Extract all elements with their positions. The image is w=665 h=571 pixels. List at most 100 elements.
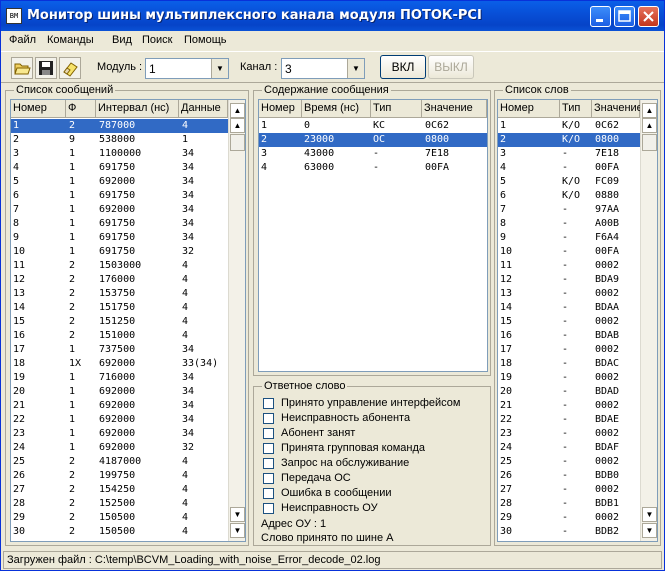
message-row[interactable]: 26 2 199750 4	[11, 469, 228, 483]
message-row[interactable]: 19 1 716000 34	[11, 371, 228, 385]
word-row[interactable]: 3 - 7E18	[498, 147, 640, 161]
content-row[interactable]: 2 23000 ОС 0800	[259, 133, 487, 147]
message-row[interactable]: 23 1 692000 34	[11, 427, 228, 441]
word-row[interactable]: 19 - 0002	[498, 371, 640, 385]
words-scrollbar[interactable]: ▲ ▲ ▼ ▼	[640, 100, 657, 541]
word-row[interactable]: 24 - BDAF	[498, 441, 640, 455]
header-interval[interactable]: Интервал (нс)	[96, 100, 179, 118]
message-row[interactable]: 6 1 691750 34	[11, 189, 228, 203]
checkbox-box[interactable]	[263, 488, 274, 499]
checkbox-box[interactable]	[263, 458, 274, 469]
scroll-down-icon[interactable]: ▼	[642, 507, 657, 522]
message-row[interactable]: 29 2 150500 4	[11, 511, 228, 525]
word-row[interactable]: 30 - BDB2	[498, 525, 640, 539]
message-row[interactable]: 21 1 692000 34	[11, 399, 228, 413]
message-row[interactable]: 8 1 691750 34	[11, 217, 228, 231]
word-row[interactable]: 18 - BDAC	[498, 357, 640, 371]
header-flag[interactable]: Ф	[66, 100, 96, 118]
checkbox-box[interactable]	[263, 503, 274, 514]
header-number[interactable]: Номер	[11, 100, 66, 118]
word-row[interactable]: 25 - 0002	[498, 455, 640, 469]
menu-file[interactable]: Файл	[9, 34, 36, 46]
message-row[interactable]: 30 2 150500 4	[11, 525, 228, 539]
menu-view[interactable]: Вид	[112, 34, 132, 46]
checkbox-box[interactable]	[263, 443, 274, 454]
word-row[interactable]: 10 - 00FA	[498, 245, 640, 259]
header-value[interactable]: Значение	[422, 100, 487, 118]
menu-commands[interactable]: Команды	[47, 34, 94, 46]
word-row[interactable]: 17 - 0002	[498, 343, 640, 357]
off-button[interactable]: ВЫКЛ	[428, 55, 474, 79]
word-row[interactable]: 26 - BDB0	[498, 469, 640, 483]
word-row[interactable]: 23 - 0002	[498, 427, 640, 441]
word-row[interactable]: 16 - BDAB	[498, 329, 640, 343]
word-row[interactable]: 29 - 0002	[498, 511, 640, 525]
word-row[interactable]: 13 - 0002	[498, 287, 640, 301]
word-row[interactable]: 28 - BDB1	[498, 497, 640, 511]
scroll-down-icon[interactable]: ▼	[230, 507, 245, 522]
message-row[interactable]: 5 1 692000 34	[11, 175, 228, 189]
header-number[interactable]: Номер	[259, 100, 302, 118]
scroll-top-icon[interactable]: ▲	[642, 103, 657, 118]
word-row[interactable]: 14 - BDAA	[498, 301, 640, 315]
scroll-thumb[interactable]	[642, 134, 657, 151]
word-row[interactable]: 20 - BDAD	[498, 385, 640, 399]
open-button[interactable]	[11, 57, 33, 79]
scroll-up-icon[interactable]: ▲	[642, 118, 657, 133]
scroll-bottom-icon[interactable]: ▼	[230, 523, 245, 538]
message-row[interactable]: 10 1 691750 32	[11, 245, 228, 259]
word-row[interactable]: 4 - 00FA	[498, 161, 640, 175]
message-row[interactable]: 17 1 737500 34	[11, 343, 228, 357]
message-row[interactable]: 20 1 692000 34	[11, 385, 228, 399]
message-row[interactable]: 7 1 692000 34	[11, 203, 228, 217]
word-row[interactable]: 9 - F6A4	[498, 231, 640, 245]
on-button[interactable]: ВКЛ	[380, 55, 426, 79]
word-row[interactable]: 2 К/О 0800	[498, 133, 640, 147]
message-row[interactable]: 25 2 4187000 4	[11, 455, 228, 469]
menu-search[interactable]: Поиск	[142, 34, 172, 46]
close-button[interactable]	[638, 6, 659, 27]
header-type[interactable]: Тип	[371, 100, 422, 118]
word-row[interactable]: 6 К/О 0880	[498, 189, 640, 203]
message-row[interactable]: 16 2 151000 4	[11, 329, 228, 343]
message-row[interactable]: 13 2 153750 4	[11, 287, 228, 301]
checkbox-box[interactable]	[263, 398, 274, 409]
minimize-button[interactable]	[590, 6, 611, 27]
message-row[interactable]: 12 2 176000 4	[11, 273, 228, 287]
checkbox-box[interactable]	[263, 428, 274, 439]
word-row[interactable]: 21 - 0002	[498, 399, 640, 413]
menu-help[interactable]: Помощь	[184, 34, 227, 46]
message-row[interactable]: 3 1 1100000 34	[11, 147, 228, 161]
header-type[interactable]: Тип	[560, 100, 592, 118]
message-row[interactable]: 14 2 151750 4	[11, 301, 228, 315]
message-row[interactable]: 24 1 692000 32	[11, 441, 228, 455]
message-row[interactable]: 1 2 787000 4	[11, 119, 228, 133]
save-button[interactable]	[35, 57, 57, 79]
scroll-top-icon[interactable]: ▲	[230, 103, 245, 118]
title-bar[interactable]: BM Монитор шины мультиплексного канала м…	[1, 1, 664, 31]
header-value[interactable]: Значение	[592, 100, 643, 118]
message-row[interactable]: 11 2 1503000 4	[11, 259, 228, 273]
scroll-thumb[interactable]	[230, 134, 245, 151]
scroll-up-icon[interactable]: ▲	[230, 118, 245, 133]
content-row[interactable]: 4 63000 - 00FA	[259, 161, 487, 175]
word-row[interactable]: 27 - 0002	[498, 483, 640, 497]
word-row[interactable]: 12 - BDA9	[498, 273, 640, 287]
chevron-down-icon[interactable]: ▼	[347, 59, 364, 78]
checkbox-box[interactable]	[263, 473, 274, 484]
message-row[interactable]: 22 1 692000 34	[11, 413, 228, 427]
word-row[interactable]: 11 - 0002	[498, 259, 640, 273]
checkbox-box[interactable]	[263, 413, 274, 424]
chevron-down-icon[interactable]: ▼	[211, 59, 228, 78]
scroll-bottom-icon[interactable]: ▼	[642, 523, 657, 538]
message-row[interactable]: 2 9 538000 1	[11, 133, 228, 147]
module-select[interactable]: 1 ▼	[145, 58, 229, 79]
message-row[interactable]: 4 1 691750 34	[11, 161, 228, 175]
word-row[interactable]: 8 - A00B	[498, 217, 640, 231]
message-row[interactable]: 9 1 691750 34	[11, 231, 228, 245]
content-row[interactable]: 1 0 КС 0C62	[259, 119, 487, 133]
header-time[interactable]: Время (нс)	[302, 100, 371, 118]
word-row[interactable]: 7 - 97AA	[498, 203, 640, 217]
word-row[interactable]: 22 - BDAE	[498, 413, 640, 427]
messages-scrollbar[interactable]: ▲ ▲ ▼ ▼	[228, 100, 245, 541]
